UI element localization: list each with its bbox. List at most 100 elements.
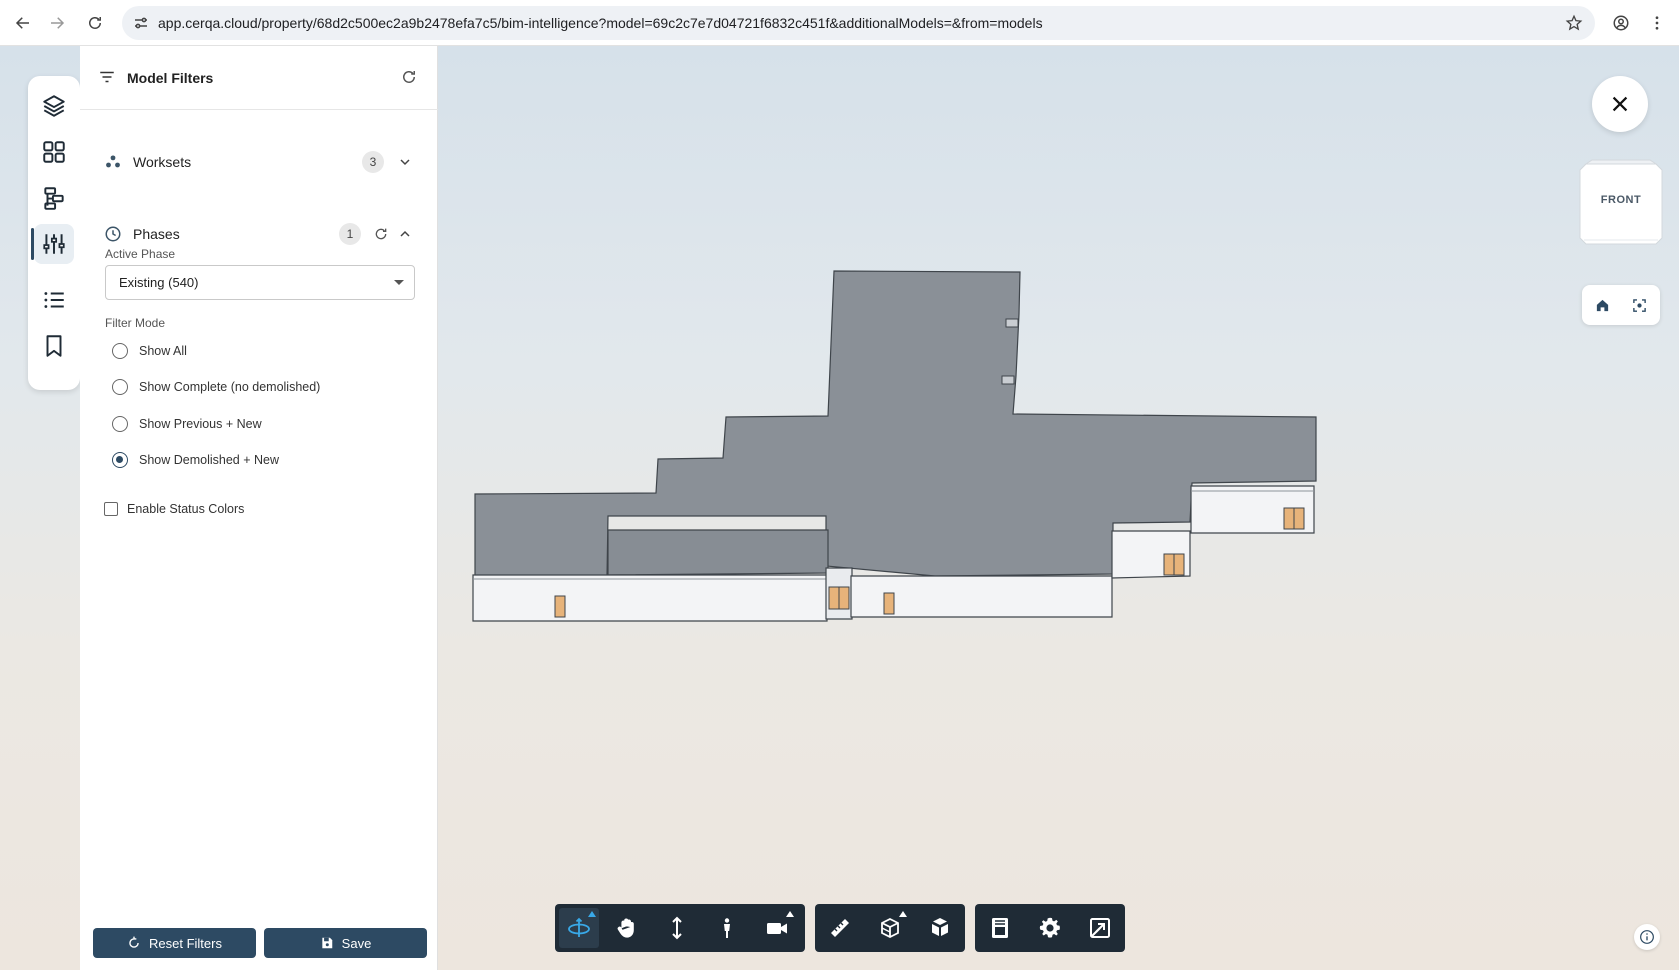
fullscreen-button[interactable]: [1080, 908, 1120, 948]
browser-menu-button[interactable]: [1643, 9, 1671, 37]
view-cube-face-label[interactable]: FRONT: [1578, 194, 1664, 206]
save-icon: [322, 937, 332, 949]
radio-button-checked[interactable]: [112, 452, 128, 468]
refresh-icon[interactable]: [400, 68, 418, 86]
ruler-icon: [831, 919, 849, 937]
chevron-down-icon[interactable]: [397, 154, 413, 170]
filter-mode-show-all[interactable]: Show All: [112, 339, 412, 363]
arrow-left-icon: [15, 17, 29, 29]
worksets-count-badge: 3: [362, 151, 384, 173]
enable-status-colors[interactable]: Enable Status Colors: [104, 497, 404, 521]
star-icon[interactable]: [1565, 14, 1583, 32]
status-colors-checkbox[interactable]: [104, 502, 118, 516]
reset-icon: [129, 936, 139, 948]
panel-title: Model Filters: [127, 70, 214, 86]
home-view-button[interactable]: [1592, 295, 1612, 315]
url-text: app.cerqa.cloud/property/68d2c500ec2a9b2…: [158, 15, 1043, 31]
zoom-vertical-icon: [672, 916, 682, 940]
save-button[interactable]: Save: [264, 928, 427, 958]
radio-label: Show Previous + New: [139, 417, 262, 431]
submenu-indicator: [588, 911, 596, 917]
radio-button[interactable]: [112, 416, 128, 432]
clock-icon: [105, 226, 121, 242]
site-settings-icon[interactable]: [132, 14, 150, 32]
zoom-tool-button[interactable]: [657, 908, 697, 948]
hierarchy-icon: [44, 187, 64, 210]
explode-cube-icon: [932, 918, 948, 936]
chevron-up-icon[interactable]: [397, 226, 413, 242]
camera-tool-button[interactable]: [757, 908, 797, 948]
filters-button[interactable]: [31, 224, 74, 264]
address-bar[interactable]: app.cerqa.cloud/property/68d2c500ec2a9b2…: [122, 6, 1595, 40]
close-icon: [1612, 96, 1628, 112]
back-button[interactable]: [8, 8, 38, 38]
explode-tool-button[interactable]: [920, 908, 960, 948]
active-phase-label: Active Phase: [105, 247, 176, 261]
focus-icon: [1632, 298, 1646, 312]
filter-mode-show-demolished-new[interactable]: Show Demolished + New: [112, 448, 412, 472]
phases-count-badge: 1: [339, 223, 361, 245]
model-tools-toolbar: [815, 904, 965, 952]
orbit-tool-button[interactable]: [559, 908, 599, 948]
arrow-right-icon: [51, 17, 65, 29]
profile-button[interactable]: [1607, 9, 1635, 37]
bookmark-button[interactable]: [34, 326, 74, 366]
radio-button[interactable]: [112, 343, 128, 359]
account-icon: [1613, 15, 1629, 31]
gear-icon: [1039, 917, 1060, 938]
close-viewer-button[interactable]: [1592, 76, 1648, 132]
settings-button[interactable]: [1030, 908, 1070, 948]
radio-label: Show All: [139, 344, 187, 358]
radio-button[interactable]: [112, 379, 128, 395]
list-button[interactable]: [34, 280, 74, 320]
first-person-tool-button[interactable]: [707, 908, 747, 948]
expand-icon: [1090, 918, 1110, 938]
filter-mode-show-complete[interactable]: Show Complete (no demolished): [112, 375, 412, 399]
hand-icon: [617, 918, 634, 938]
section-box-icon: [881, 917, 899, 939]
roof-vent-1: [1005, 318, 1019, 328]
model-browser-button[interactable]: [980, 908, 1020, 948]
view-cube[interactable]: FRONT: [1578, 158, 1664, 250]
pan-tool-button[interactable]: [607, 908, 647, 948]
bookmark-icon: [46, 335, 62, 357]
forward-button[interactable]: [42, 8, 72, 38]
status-colors-label: Enable Status Colors: [127, 502, 245, 516]
worksets-icon: [106, 155, 120, 168]
reset-phase-icon[interactable]: [373, 226, 389, 242]
home-icon: [1596, 299, 1608, 311]
reset-filters-button[interactable]: Reset Filters: [93, 928, 256, 958]
layers-button[interactable]: [34, 86, 74, 126]
hierarchy-button[interactable]: [34, 178, 74, 218]
video-camera-icon: [767, 923, 787, 934]
navigation-toolbar: [555, 904, 805, 952]
roof-main: [474, 270, 1317, 577]
filter-mode-label: Filter Mode: [105, 316, 166, 330]
door-1: [554, 595, 566, 618]
section-tool-button[interactable]: [870, 908, 910, 948]
tool-rail: [28, 76, 80, 390]
person-icon: [724, 918, 730, 938]
reload-button[interactable]: [80, 8, 110, 38]
model-filters-panel: Model Filters Worksets 3 Phases 1 Active…: [80, 46, 438, 970]
filter-mode-show-previous-new[interactable]: Show Previous + New: [112, 412, 412, 436]
roof-lower: [607, 529, 829, 576]
save-label: Save: [341, 935, 372, 951]
bim-viewer[interactable]: Model Filters Worksets 3 Phases 1 Active…: [0, 46, 1679, 970]
more-vertical-icon: [1655, 16, 1659, 30]
layers-icon: [43, 95, 65, 117]
fit-view-button[interactable]: [1629, 295, 1649, 315]
worksets-section-header[interactable]: Worksets 3: [80, 142, 438, 182]
model-browser-icon: [992, 918, 1008, 938]
grid-button[interactable]: [34, 132, 74, 172]
active-phase-select[interactable]: Existing (540): [105, 265, 415, 300]
orbit-icon: [568, 917, 590, 937]
submenu-indicator: [786, 911, 794, 917]
info-button[interactable]: [1634, 924, 1660, 950]
submenu-indicator: [899, 911, 907, 917]
panel-header: Model Filters: [80, 46, 438, 110]
info-icon: [1640, 930, 1654, 944]
grid-icon: [43, 141, 65, 163]
browser-toolbar: app.cerqa.cloud/property/68d2c500ec2a9b2…: [0, 0, 1679, 46]
measure-tool-button[interactable]: [820, 908, 860, 948]
